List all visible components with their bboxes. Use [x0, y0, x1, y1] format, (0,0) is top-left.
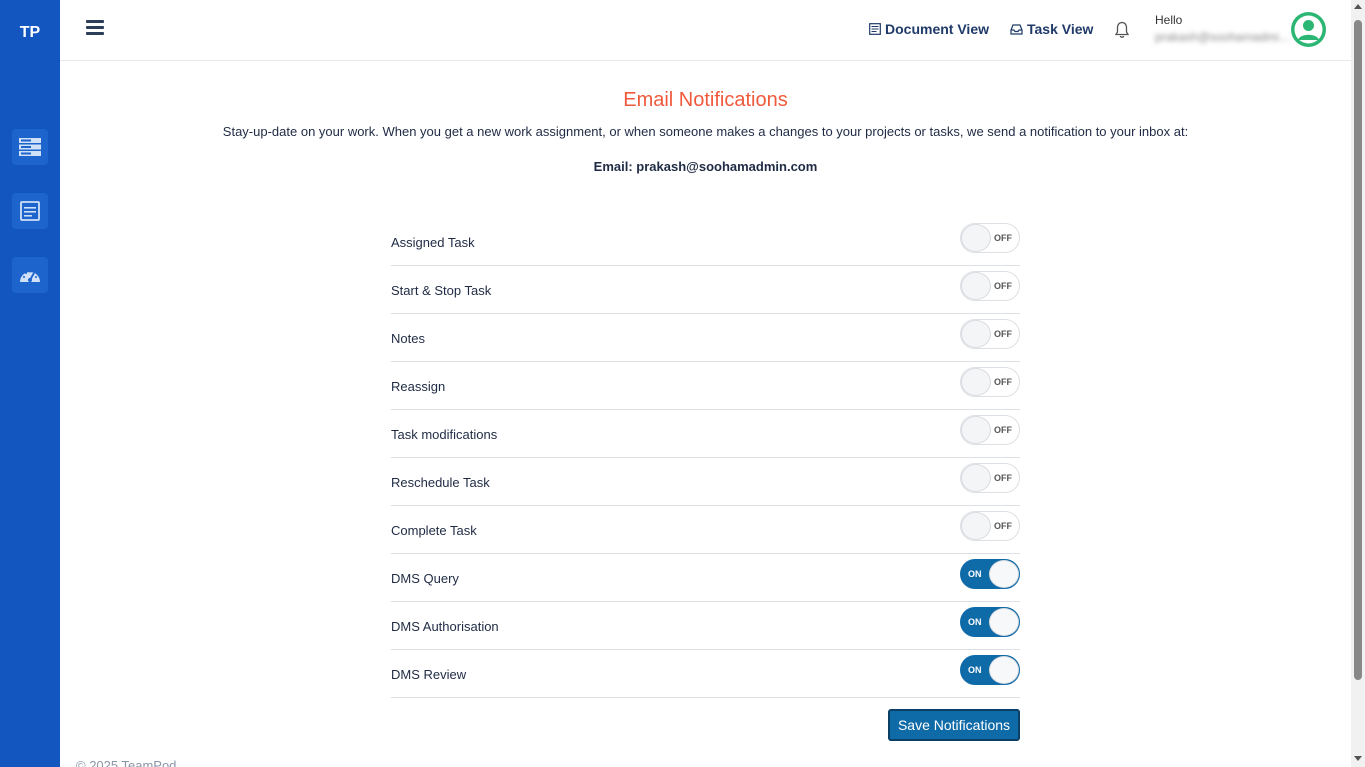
- notification-label: DMS Query: [391, 571, 459, 586]
- notification-label: Reassign: [391, 379, 446, 394]
- toggle-knob: [961, 320, 991, 348]
- toggle-knob: [961, 224, 991, 252]
- notification-label: Complete Task: [391, 523, 477, 538]
- page-title: Email Notifications: [623, 89, 788, 111]
- notification-label: Assigned Task: [391, 235, 475, 250]
- inbox-icon: [1010, 23, 1023, 35]
- notification-toggle[interactable]: OFF: [960, 367, 1020, 397]
- user-email[interactable]: prakash@soohamadmi...: [1155, 30, 1291, 44]
- avatar[interactable]: [1291, 12, 1326, 47]
- notification-row: Assigned Task OFF: [391, 218, 1020, 266]
- notification-toggle[interactable]: OFF: [960, 271, 1020, 301]
- footer-copyright: © 2025 TeamPod: [76, 758, 177, 767]
- user-avatar-icon: [1294, 15, 1323, 44]
- toggle-knob: [989, 608, 1019, 636]
- toggle-knob: [961, 512, 991, 540]
- server-icon: [19, 138, 41, 156]
- notification-list: Assigned Task OFF Start & Stop Task OFF …: [391, 218, 1020, 698]
- toggle-knob: [961, 464, 991, 492]
- hamburger-icon[interactable]: [86, 20, 104, 36]
- task-view-label: Task View: [1027, 21, 1094, 37]
- document-icon: [869, 23, 881, 35]
- toggle-state: OFF: [994, 521, 1012, 531]
- notification-row: Complete Task OFF: [391, 506, 1020, 554]
- toggle-state: ON: [968, 665, 982, 675]
- toggle-state: OFF: [994, 473, 1012, 483]
- notification-toggle[interactable]: ON: [960, 655, 1020, 685]
- document-list-icon: [20, 201, 40, 221]
- notification-label: Reschedule Task: [391, 475, 490, 490]
- scroll-up-icon[interactable]: [1354, 4, 1362, 9]
- notification-row: Reschedule Task OFF: [391, 458, 1020, 506]
- toggle-knob: [989, 560, 1019, 588]
- toggle-state: ON: [968, 617, 982, 627]
- toggle-knob: [961, 272, 991, 300]
- notification-toggle[interactable]: OFF: [960, 319, 1020, 349]
- notification-row: Task modifications OFF: [391, 410, 1020, 458]
- notification-row: Reassign OFF: [391, 362, 1020, 410]
- page-scrollbar[interactable]: [1351, 0, 1365, 767]
- notification-row: DMS Query ON: [391, 554, 1020, 602]
- notification-label: Notes: [391, 331, 425, 346]
- notification-row: Notes OFF: [391, 314, 1020, 362]
- notification-toggle[interactable]: OFF: [960, 511, 1020, 541]
- scrollbar-thumb[interactable]: [1354, 20, 1362, 680]
- greeting-text: Hello: [1155, 13, 1183, 27]
- notification-row: DMS Review ON: [391, 650, 1020, 698]
- page-description: Stay-up-date on your work. When you get …: [222, 124, 1189, 139]
- notification-row: Start & Stop Task OFF: [391, 266, 1020, 314]
- notification-toggle[interactable]: OFF: [960, 415, 1020, 445]
- notification-label: Task modifications: [391, 427, 498, 442]
- toggle-knob: [961, 368, 991, 396]
- document-view-label: Document View: [885, 21, 989, 37]
- notification-label: DMS Review: [391, 667, 467, 682]
- notification-toggle[interactable]: ON: [960, 607, 1020, 637]
- scroll-down-icon[interactable]: [1354, 756, 1362, 761]
- toggle-state: OFF: [994, 281, 1012, 291]
- toggle-state: OFF: [994, 425, 1012, 435]
- toggle-state: OFF: [994, 377, 1012, 387]
- sidebar-item-dashboard[interactable]: [12, 257, 48, 293]
- save-notifications-button[interactable]: Save Notifications: [888, 709, 1020, 741]
- sidebar-item-documents[interactable]: [12, 193, 48, 229]
- toggle-state: OFF: [994, 329, 1012, 339]
- bell-icon[interactable]: [1114, 21, 1130, 39]
- toggle-state: ON: [968, 569, 982, 579]
- notification-label: Start & Stop Task: [391, 283, 492, 298]
- notification-toggle[interactable]: OFF: [960, 463, 1020, 493]
- notification-label: DMS Authorisation: [391, 619, 499, 634]
- app-logo[interactable]: TP: [0, 24, 60, 42]
- toggle-knob: [961, 416, 991, 444]
- sidebar: TP: [0, 0, 60, 767]
- notification-row: DMS Authorisation ON: [391, 602, 1020, 650]
- notification-toggle[interactable]: ON: [960, 559, 1020, 589]
- task-view-link[interactable]: Task View: [1010, 21, 1093, 37]
- document-view-link[interactable]: Document View: [869, 21, 989, 37]
- top-bar: Document View Task View Hello prakash@so…: [60, 0, 1351, 61]
- toggle-knob: [989, 656, 1019, 684]
- toggle-state: OFF: [994, 233, 1012, 243]
- sidebar-item-server[interactable]: [12, 129, 48, 165]
- notification-email: Email: prakash@soohamadmin.com: [593, 159, 818, 174]
- notification-toggle[interactable]: OFF: [960, 223, 1020, 253]
- dashboard-gauge-icon: [20, 270, 40, 282]
